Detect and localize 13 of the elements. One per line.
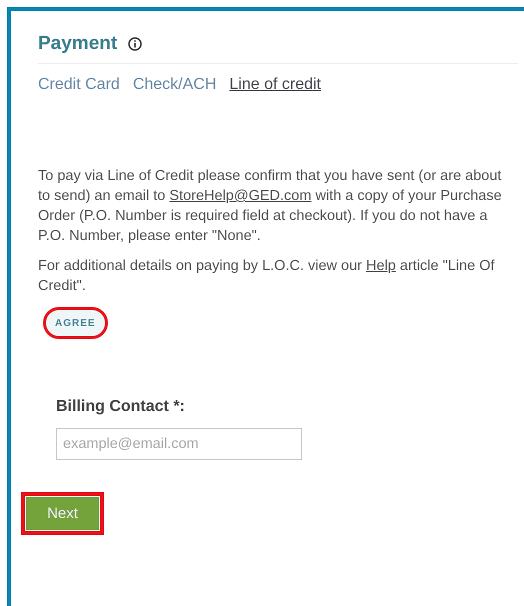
link[interactable]: StoreHelp@GED.com: [169, 188, 312, 204]
field-label: Billing Contact *:: [56, 398, 186, 416]
payment-tab[interactable]: Check/ACH: [132, 76, 216, 94]
instruction-text: For additional details on paying by L.O.C. view our Help article "Line Of Credit".: [38, 257, 496, 296]
payment-tab[interactable]: Line of credit: [229, 76, 321, 94]
payment-tab[interactable]: Credit Card: [38, 76, 120, 94]
section-title: Payment: [38, 33, 118, 55]
agree-button[interactable]: AGREE: [44, 308, 107, 338]
next-button[interactable]: Next: [25, 496, 100, 531]
billing-contact-field[interactable]: example@email.com: [56, 428, 302, 460]
link[interactable]: Help: [366, 258, 396, 274]
info-icon[interactable]: [128, 37, 142, 51]
instruction-text: To pay via Line of Credit please confirm that you have sent (or are about to send) an email to StoreHelp@GED.com with a copy of your Purchase Order (P.O. Number is required field at checkout). If you do not have a P.O. Number, please enter "None".: [38, 167, 503, 246]
